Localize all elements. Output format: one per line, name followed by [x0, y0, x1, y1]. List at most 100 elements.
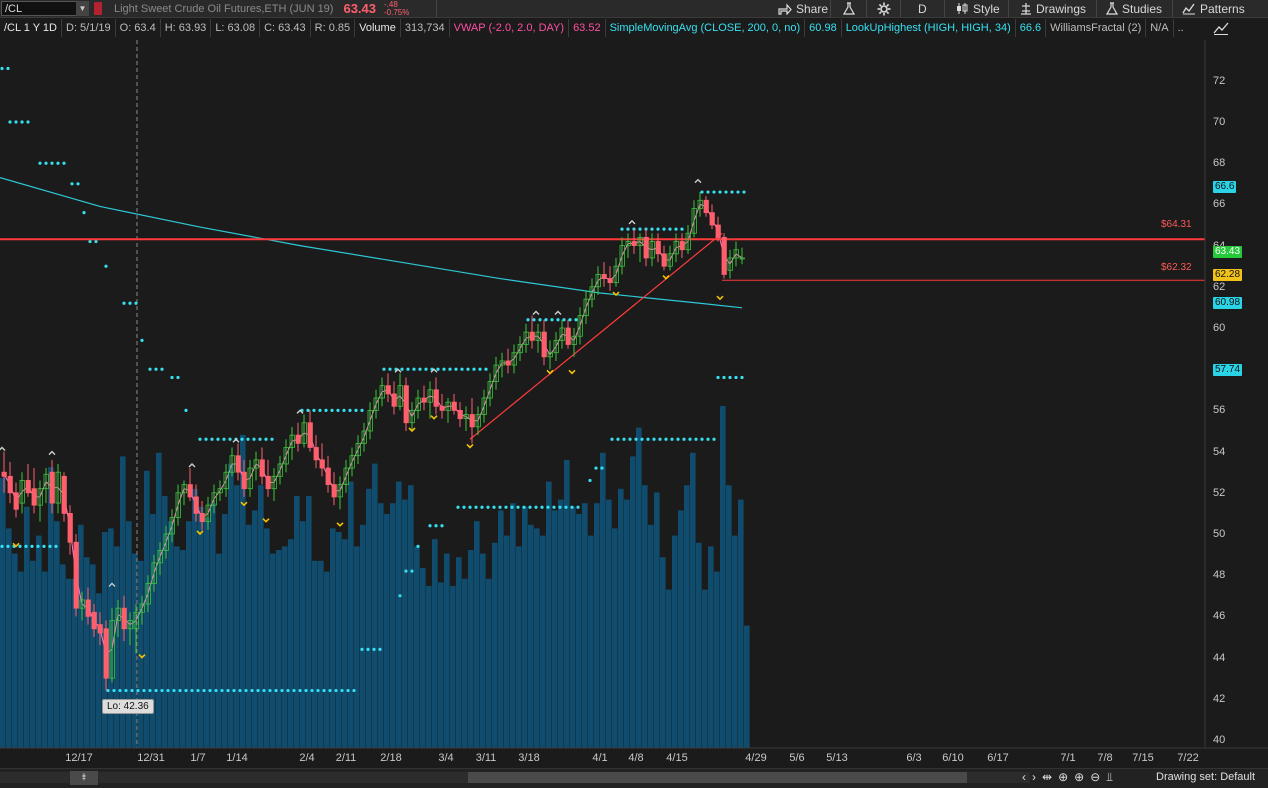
volume-bar: [438, 582, 444, 748]
price-tick-label: 48: [1213, 569, 1226, 582]
volume-bar: [660, 557, 666, 748]
scroll-start-button[interactable]: ⯒: [70, 771, 98, 785]
level-dot: [94, 239, 98, 244]
time-tick-label: 6/3: [906, 752, 922, 764]
level-dot: [694, 437, 698, 441]
crosshair-icon[interactable]: ⊕: [1058, 770, 1068, 785]
level-dot: [498, 505, 502, 509]
candle: [619, 237, 625, 275]
level-dot: [154, 367, 158, 371]
level-dot: [184, 408, 188, 412]
volume-bar: [534, 528, 540, 748]
candle: [319, 443, 325, 477]
time-scrollbar-thumb[interactable]: [468, 772, 967, 783]
volume-bar: [666, 589, 672, 748]
level-dot: [448, 367, 452, 371]
candle: [607, 266, 613, 291]
resistance-label: $64.31: [1161, 219, 1192, 230]
volume-bar: [504, 535, 510, 748]
level-dot: [240, 437, 244, 441]
candle: [355, 435, 361, 464]
price-chart[interactable]: [0, 0, 1268, 787]
time-tick-label: 5/13: [826, 752, 848, 764]
volume-bar: [54, 521, 60, 748]
price-tick-label: 70: [1213, 116, 1226, 128]
fractal-down-marker: [716, 295, 724, 301]
scroll-right-icon[interactable]: ›: [1032, 770, 1036, 785]
candle: [301, 414, 307, 448]
expand-horizontal-icon[interactable]: ⇹: [1042, 770, 1052, 785]
volume-bar: [198, 506, 204, 748]
scroll-left-icon[interactable]: ‹: [1022, 770, 1026, 785]
level-dot: [424, 367, 428, 371]
level-dot: [378, 647, 382, 651]
fractal-down-marker: [662, 274, 670, 280]
drawing-set-icon[interactable]: ⫫: [1106, 770, 1113, 785]
candle: [739, 247, 745, 265]
volume-bar: [618, 488, 624, 748]
level-dot: [568, 318, 572, 322]
level-dot: [540, 505, 544, 509]
level-dot: [730, 190, 734, 194]
level-dot: [510, 505, 514, 509]
volume-bar: [444, 553, 450, 748]
level-dot: [262, 688, 266, 693]
time-tick-label: 4/29: [745, 752, 767, 764]
level-dot: [190, 688, 194, 693]
level-dot: [712, 437, 716, 441]
volume-bar: [42, 571, 48, 748]
level-dot: [178, 688, 182, 693]
support-price-tag: 62.28: [1213, 269, 1243, 281]
candle: [175, 484, 181, 526]
level-dot: [460, 367, 464, 371]
candle: [463, 406, 469, 431]
level-dot: [436, 367, 440, 371]
price-tick-label: 42: [1213, 692, 1226, 705]
level-dot: [354, 408, 358, 412]
fractal-up-marker: [48, 450, 56, 456]
volume-bar: [426, 586, 432, 748]
volume-bar: [258, 485, 264, 748]
level-dot: [154, 688, 158, 693]
trendline[interactable]: [469, 232, 723, 440]
time-tick-label: 12/31: [137, 752, 165, 764]
level-dot: [640, 437, 644, 441]
fractal-up-marker: [628, 219, 636, 225]
candle: [313, 435, 319, 469]
level-dot: [312, 408, 316, 412]
volume-bar: [570, 506, 576, 748]
level-dot: [676, 437, 680, 441]
level-dot: [220, 688, 224, 693]
volume-bar: [270, 553, 276, 748]
level-dot: [340, 688, 344, 693]
fractal-down-marker: [336, 522, 344, 527]
volume-bar: [732, 535, 738, 748]
candle: [595, 266, 601, 296]
level-dot: [232, 688, 236, 693]
candle: [583, 290, 589, 324]
level-dot: [638, 227, 642, 231]
candle: [733, 241, 739, 267]
time-tick-label: 7/15: [1132, 752, 1154, 764]
zoom-in-icon[interactable]: ⊕: [1074, 770, 1084, 785]
candle: [511, 344, 517, 374]
level-dot: [274, 688, 278, 693]
level-dot: [172, 688, 176, 693]
level-dot: [176, 375, 180, 380]
candle: [601, 262, 607, 287]
level-dot: [8, 120, 12, 124]
candle: [679, 233, 685, 258]
level-dot: [256, 688, 260, 693]
volume-bar: [636, 427, 642, 748]
candle: [721, 233, 727, 279]
candle: [277, 455, 283, 485]
level-dot: [646, 437, 650, 441]
level-dot: [664, 437, 668, 441]
drawing-set-label[interactable]: Drawing set: Default: [1156, 771, 1255, 783]
candle: [589, 278, 595, 308]
zoom-out-icon[interactable]: ⊖: [1090, 770, 1100, 785]
volume-bar: [180, 550, 186, 748]
level-dot: [0, 544, 4, 548]
time-axis[interactable]: 12/17 12/31 1/7 1/14 2/4 2/11 2/18 3/4 3/11 3/18 4…: [0, 748, 1205, 768]
candle: [673, 233, 679, 263]
